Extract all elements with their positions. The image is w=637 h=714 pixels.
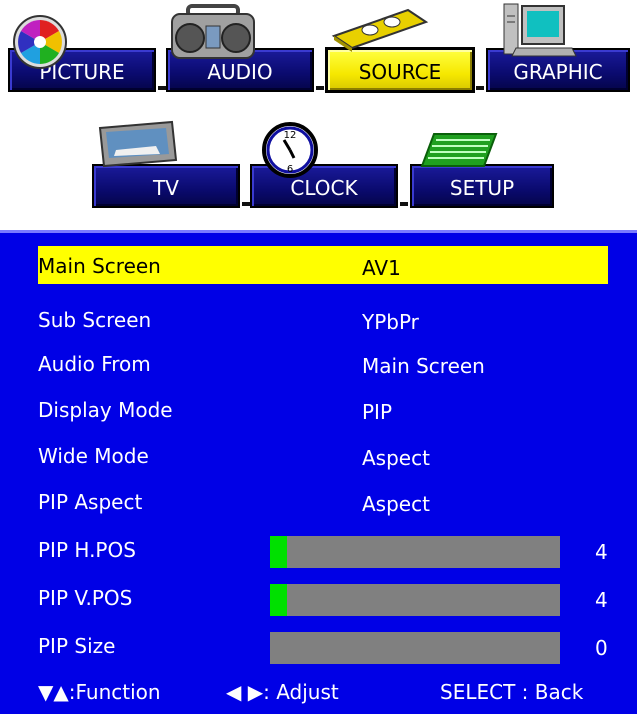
menu-label: PIP H.POS [38,538,136,562]
tab-label: AUDIO [207,60,273,84]
select-back-hint: SELECT : Back [440,680,584,704]
tab-label: CLOCK [290,176,358,200]
tab-connector [316,86,324,90]
menu-row-display-mode[interactable]: Display Mode PIP [38,390,608,428]
function-hint: ▼▲:Function [38,680,161,704]
menu-row-sub-screen[interactable]: Sub Screen YPbPr [38,300,608,338]
menu-label: PIP Size [38,634,116,658]
tab-label: SETUP [449,176,515,200]
tab-connector [242,202,250,206]
menu-value: Main Screen [362,354,485,378]
menu-label: Display Mode [38,398,173,422]
slider-value: 4 [595,540,608,564]
clock-icon: 12 6 [262,122,318,178]
pip-v-pos-slider[interactable] [270,584,560,616]
tab-source[interactable]: SOURCE [325,47,475,93]
menu-label: Sub Screen [38,308,152,332]
menu-value: Aspect [362,446,430,470]
menu-row-main-screen[interactable]: Main Screen AV1 [38,246,608,284]
tab-label: TV [153,176,179,200]
tab-connector [400,202,408,206]
menu-label: PIP Aspect [38,490,143,514]
menu-row-pip-size[interactable]: PIP Size 0 [38,626,608,664]
menu-value: YPbPr [362,310,419,334]
menu-row-wide-mode[interactable]: Wide Mode Aspect [38,436,608,474]
slider-value: 0 [595,636,608,660]
color-wheel-icon [13,15,67,69]
menu-label: Audio From [38,352,151,376]
slider-fill [270,536,288,568]
boombox-icon [171,4,255,59]
tab-label: GRAPHIC [513,60,603,84]
menu-value: PIP [362,400,393,424]
menu-row-pip-h-pos[interactable]: PIP H.POS 4 [38,530,608,568]
television-icon [98,120,178,168]
slider-value: 4 [595,588,608,612]
menu-label: PIP V.POS [38,586,133,610]
tab-setup[interactable]: SETUP [410,164,554,208]
pip-h-pos-slider[interactable] [270,536,560,568]
menu-value: Aspect [362,492,430,516]
menu-row-pip-aspect[interactable]: PIP Aspect Aspect [38,482,608,520]
pip-size-slider[interactable] [270,632,560,664]
vhs-tape-icon [331,8,429,52]
computer-icon [503,3,577,57]
tab-tv[interactable]: TV [92,164,240,208]
menu-value: AV1 [362,256,401,280]
slider-fill [270,584,288,616]
adjust-hint: ◀ ▶: Adjust [226,680,339,704]
menu-row-audio-from[interactable]: Audio From Main Screen [38,344,608,382]
menu-row-pip-v-pos[interactable]: PIP V.POS 4 [38,578,608,616]
menu-label: Wide Mode [38,444,149,468]
tab-label: SOURCE [358,60,442,84]
svg-text:6: 6 [287,164,293,175]
tab-connector [158,86,166,90]
circuit-board-icon [420,133,498,167]
key-hint-bar: ▼▲:Function ◀ ▶: Adjust SELECT : Back [0,674,637,714]
svg-text:12: 12 [284,130,297,141]
menu-label: Main Screen [38,254,161,278]
tab-connector [476,86,484,90]
